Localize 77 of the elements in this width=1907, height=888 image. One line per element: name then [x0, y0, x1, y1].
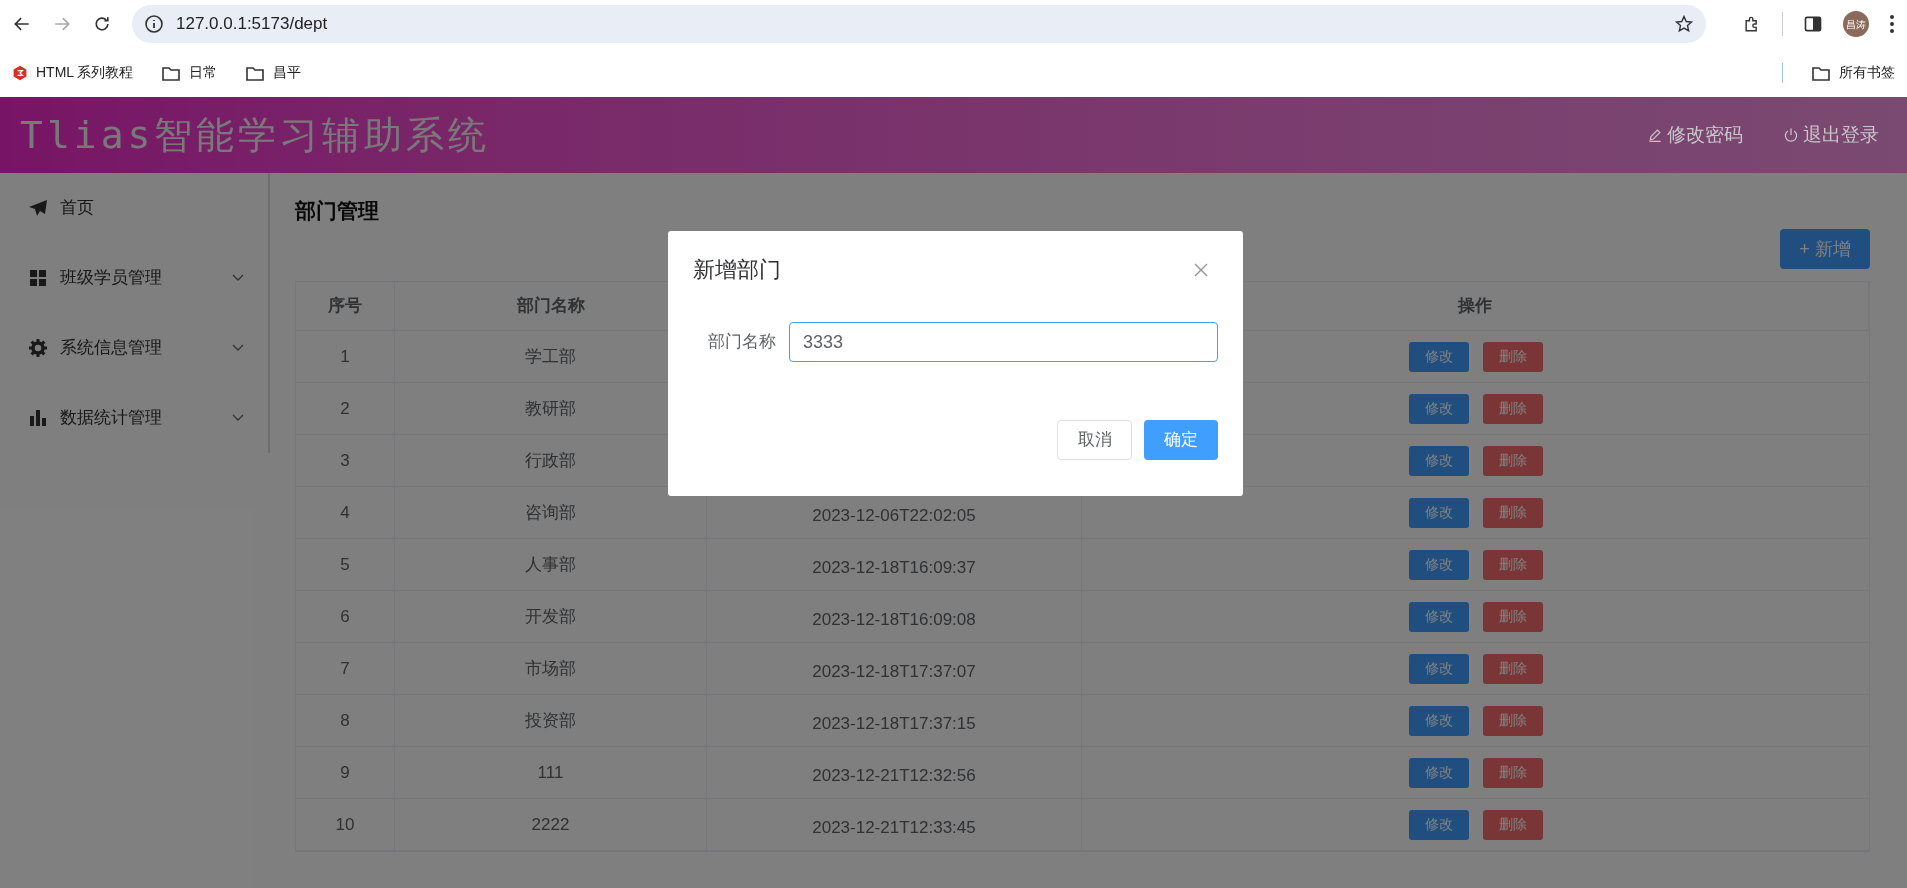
bookmark[interactable]: 昌平 [245, 62, 302, 83]
table-cell: 2 [296, 383, 395, 434]
table-cell: 10 [296, 799, 395, 850]
edit-button[interactable]: 修改 [1408, 601, 1469, 632]
table-cell: 7 [296, 643, 395, 694]
edit-button[interactable]: 修改 [1408, 445, 1469, 476]
table-cell: 5 [296, 539, 395, 590]
table-cell: 8 [296, 695, 395, 746]
field-label: 部门名称 [708, 331, 776, 354]
table-cell: 2023-12-21T12:32:56 [707, 747, 1082, 798]
edit-button[interactable]: 修改 [1408, 757, 1469, 788]
table-cell: 人事部 [395, 539, 707, 590]
delete-button[interactable]: 删除 [1482, 549, 1543, 580]
delete-button[interactable]: 删除 [1482, 497, 1543, 528]
column-header: 序号 [296, 282, 395, 330]
grid-icon [28, 268, 48, 288]
more-menu-icon[interactable] [1889, 14, 1895, 34]
confirm-button[interactable]: 确定 [1144, 420, 1218, 460]
edit-button[interactable]: 修改 [1408, 497, 1469, 528]
gear-icon [28, 338, 48, 358]
delete-button[interactable]: 删除 [1482, 445, 1543, 476]
delete-button[interactable]: 删除 [1482, 393, 1543, 424]
delete-button[interactable]: 删除 [1482, 601, 1543, 632]
table-cell: 投资部 [395, 695, 707, 746]
delete-button[interactable]: 删除 [1482, 653, 1543, 684]
edit-button[interactable]: 修改 [1408, 549, 1469, 580]
table-cell: 2222 [395, 799, 707, 850]
dialog-title: 新增部门 [693, 256, 781, 284]
url-text: 127.0.0.1:5173/dept [176, 13, 329, 36]
edit-button[interactable]: 修改 [1408, 705, 1469, 736]
change-password-link[interactable]: 修改密码 [1647, 120, 1743, 150]
sidebar-item[interactable]: 首页 [0, 173, 268, 243]
sidebar-item[interactable]: 数据统计管理 [0, 383, 268, 453]
delete-button[interactable]: 删除 [1482, 705, 1543, 736]
table-cell: 2023-12-18T17:37:15 [707, 695, 1082, 746]
page-title: 部门管理 [295, 198, 380, 224]
address-bar[interactable]: 127.0.0.1:5173/dept [132, 5, 1706, 43]
side-panel-icon[interactable] [1803, 14, 1823, 34]
star-icon[interactable] [1674, 14, 1694, 34]
reload-icon[interactable] [92, 14, 112, 34]
table-cell: 9 [296, 747, 395, 798]
app-title: Tlias智能学习辅助系统 [20, 111, 492, 159]
edit-button[interactable]: 修改 [1408, 341, 1469, 372]
table-cell: 2023-12-18T17:37:07 [707, 643, 1082, 694]
close-icon[interactable] [1194, 262, 1208, 277]
bookmark[interactable]: 日常 [161, 62, 218, 83]
profile-avatar[interactable]: 昌涛 [1843, 11, 1869, 37]
pencil-icon [1647, 127, 1663, 143]
power-icon [1783, 127, 1799, 143]
table-cell: 2023-12-21T12:33:45 [707, 799, 1082, 850]
edit-button[interactable]: 修改 [1408, 393, 1469, 424]
paper-plane-icon [28, 198, 48, 218]
table-cell: 开发部 [395, 591, 707, 642]
department-name-field[interactable]: 3333 [789, 322, 1218, 362]
bookmark[interactable]: HTML 系列教程 [12, 62, 134, 83]
all-bookmarks[interactable]: 所有书签 [1811, 62, 1895, 83]
delete-button[interactable]: 删除 [1482, 809, 1543, 840]
sidebar-item[interactable]: 班级学员管理 [0, 243, 268, 313]
bar-chart-icon [28, 408, 48, 428]
table-cell: 3 [296, 435, 395, 486]
edit-button[interactable]: 修改 [1408, 653, 1469, 684]
table-cell: 市场部 [395, 643, 707, 694]
logout-link[interactable]: 退出登录 [1783, 120, 1879, 150]
sidebar-item[interactable]: 系统信息管理 [0, 313, 268, 383]
table-cell: 1 [296, 331, 395, 382]
table-cell: 2023-12-18T16:09:37 [707, 539, 1082, 590]
info-icon [144, 14, 164, 34]
cancel-button[interactable]: 取消 [1057, 420, 1132, 460]
add-button[interactable]: + 新增 [1780, 229, 1870, 269]
table-cell: 2023-12-18T16:09:08 [707, 591, 1082, 642]
table-cell: 4 [296, 487, 395, 538]
table-cell: 6 [296, 591, 395, 642]
hexagon-logo-icon [12, 64, 28, 81]
delete-button[interactable]: 删除 [1482, 341, 1543, 372]
edit-button[interactable]: 修改 [1408, 809, 1469, 840]
table-cell: 111 [395, 747, 707, 798]
delete-button[interactable]: 删除 [1482, 757, 1543, 788]
